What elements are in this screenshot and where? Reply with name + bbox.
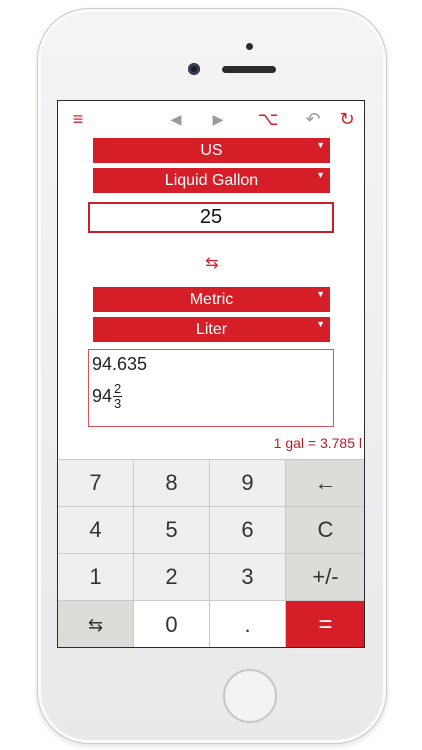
key-9[interactable]: 9 — [210, 460, 286, 507]
chevron-down-icon: ▼ — [316, 289, 325, 299]
chevron-down-icon: ▼ — [316, 140, 325, 150]
result-box: 94.635 94 2 3 — [88, 349, 334, 427]
key-4[interactable]: 4 — [58, 507, 134, 554]
to-system-select[interactable]: Metric ▼ — [93, 287, 330, 312]
swap-units-icon[interactable]: ⇆ — [201, 254, 223, 274]
result-decimal: 94.635 — [92, 354, 148, 374]
fraction-numerator: 2 — [113, 381, 123, 397]
key-6[interactable]: 6 — [210, 507, 286, 554]
chevron-down-icon: ▼ — [316, 170, 325, 180]
conversion-factor: 1 gal = 3.785 l — [273, 435, 362, 451]
refresh-icon[interactable]: ↻ — [335, 109, 359, 129]
key-0[interactable]: 0 — [134, 601, 210, 647]
home-button[interactable] — [223, 669, 277, 723]
swap-units-button[interactable]: ⇆ — [58, 601, 134, 647]
from-system-label: US — [200, 142, 223, 159]
key-2[interactable]: 2 — [134, 554, 210, 601]
key-7[interactable]: 7 — [58, 460, 134, 507]
key-5[interactable]: 5 — [134, 507, 210, 554]
sign-toggle-button[interactable]: +/- — [286, 554, 364, 601]
from-value-input[interactable]: 25 — [88, 202, 334, 233]
key-8[interactable]: 8 — [134, 460, 210, 507]
back-icon[interactable]: ◀ — [166, 109, 186, 129]
from-unit-label: Liquid Gallon — [164, 172, 259, 189]
undo-icon[interactable]: ↶ — [302, 109, 324, 129]
fraction: 2 3 — [113, 381, 123, 411]
app-screen: ≡ ◀ ▶ ⌥ ↶ ↻ US ▼ Liquid Gallon ▼ 25 ⇆ Me… — [57, 100, 365, 648]
decimal-point-button[interactable]: . — [210, 601, 286, 647]
chevron-down-icon: ▼ — [316, 319, 325, 329]
backspace-button[interactable]: ← — [286, 460, 364, 507]
toolbar: ≡ ◀ ▶ ⌥ ↶ ↻ — [58, 101, 364, 137]
menu-icon[interactable]: ≡ — [66, 109, 90, 129]
branch-icon[interactable]: ⌥ — [256, 109, 280, 129]
to-unit-select[interactable]: Liter ▼ — [93, 317, 330, 342]
front-camera — [188, 63, 200, 75]
key-3[interactable]: 3 — [210, 554, 286, 601]
proximity-sensor — [246, 43, 253, 50]
equals-button[interactable]: = — [286, 601, 364, 647]
result-fraction: 94 2 3 — [92, 381, 123, 411]
to-unit-label: Liter — [195, 321, 228, 338]
forward-icon[interactable]: ▶ — [208, 109, 228, 129]
clear-button[interactable]: C — [286, 507, 364, 554]
from-system-select[interactable]: US ▼ — [93, 138, 330, 163]
from-unit-select[interactable]: Liquid Gallon ▼ — [93, 168, 330, 193]
key-1[interactable]: 1 — [58, 554, 134, 601]
earpiece-speaker — [222, 66, 276, 73]
keypad: 7 8 9 ← 4 5 6 C 1 2 3 +/- ⇆ 0 . = — [58, 459, 364, 647]
fraction-denominator: 3 — [114, 396, 122, 411]
to-system-label: Metric — [189, 291, 234, 308]
result-whole: 94 — [92, 386, 113, 406]
